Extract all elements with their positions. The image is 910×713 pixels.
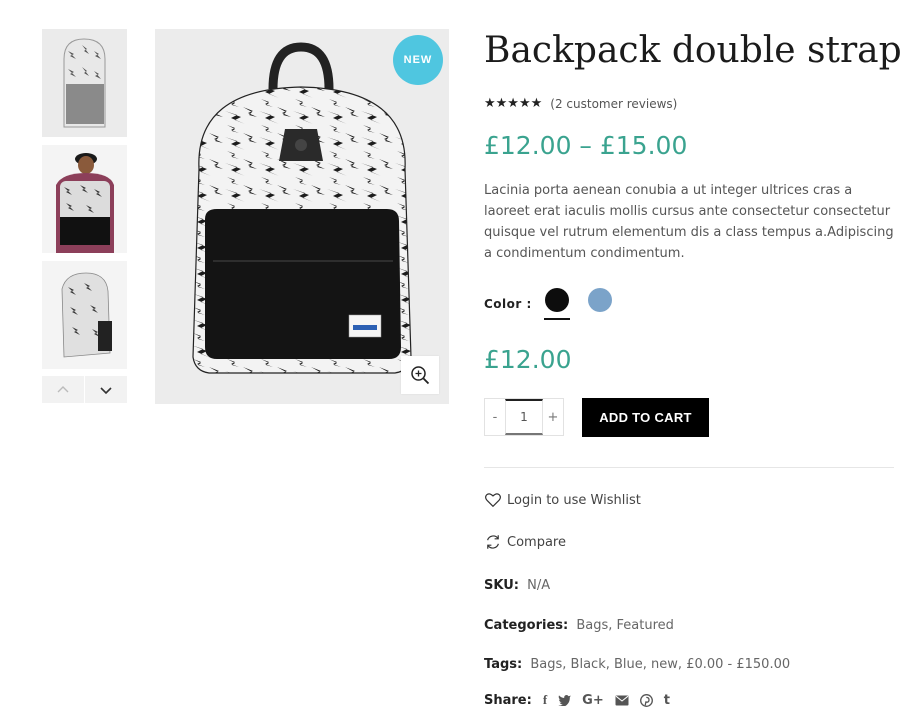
backpack-image xyxy=(155,29,449,404)
tumblr-icon[interactable]: t xyxy=(664,693,670,708)
tag-link[interactable]: Blue xyxy=(614,657,643,672)
heart-icon xyxy=(485,493,501,508)
color-selector: Color : xyxy=(484,288,630,320)
wishlist-label: Login to use Wishlist xyxy=(507,492,641,508)
sku-row: SKU: N/A xyxy=(484,578,550,593)
tag-link[interactable]: £0.00 - £150.00 xyxy=(686,657,790,672)
compare-link[interactable]: Compare xyxy=(484,533,566,551)
compare-icon xyxy=(487,535,499,549)
sku-label: SKU: xyxy=(484,578,519,593)
quantity-stepper: - + xyxy=(484,398,564,436)
divider xyxy=(484,467,894,468)
backpack-thumbnail-side-image xyxy=(42,261,127,369)
customer-reviews-link[interactable]: (2 customer reviews) xyxy=(550,97,677,111)
color-label: Color : xyxy=(484,297,532,311)
color-swatch-black[interactable] xyxy=(544,288,570,320)
twitter-icon[interactable] xyxy=(558,694,571,706)
thumbnail-3[interactable] xyxy=(42,261,127,369)
categories-label: Categories: xyxy=(484,618,569,633)
main-product-image[interactable]: NEW xyxy=(155,29,449,404)
sku-value: N/A xyxy=(527,578,551,593)
thumbnail-prev-button[interactable] xyxy=(42,376,84,403)
selected-variation-price: £12.00 xyxy=(484,345,572,374)
zoom-button[interactable] xyxy=(401,356,439,394)
zoom-in-icon xyxy=(411,366,430,385)
facebook-icon[interactable]: f xyxy=(543,692,547,708)
color-swatch-blue[interactable] xyxy=(587,288,613,320)
google-plus-icon[interactable]: G+ xyxy=(582,693,604,708)
add-to-cart-button[interactable]: ADD TO CART xyxy=(582,398,709,437)
wishlist-link[interactable]: Login to use Wishlist xyxy=(484,491,641,509)
tags-label: Tags: xyxy=(484,657,523,672)
product-title: Backpack double strap xyxy=(484,30,902,71)
swatch-dot xyxy=(588,288,612,312)
new-badge: NEW xyxy=(393,35,443,85)
quantity-increase-button[interactable]: + xyxy=(543,399,563,435)
tag-link[interactable]: Black xyxy=(571,657,606,672)
tags-row: Tags: Bags, Black, Blue, new, £0.00 - £1… xyxy=(484,657,791,672)
swatch-dot xyxy=(545,288,569,312)
categories-row: Categories: Bags, Featured xyxy=(484,618,674,633)
share-label: Share: xyxy=(484,692,532,708)
model-wearing-backpack-image xyxy=(42,145,127,253)
category-link[interactable]: Featured xyxy=(617,618,674,633)
share-row: Share: f G+ t xyxy=(484,692,670,708)
selected-indicator xyxy=(544,318,570,320)
chevron-down-icon xyxy=(100,386,112,394)
product-description: Lacinia porta aenean conubia a ut intege… xyxy=(484,183,894,261)
rating-stars-icon: ★★★★★ xyxy=(484,96,543,111)
email-icon[interactable] xyxy=(615,695,629,706)
quantity-input[interactable] xyxy=(505,399,543,435)
price-range: £12.00 – £15.00 xyxy=(484,131,688,160)
compare-label: Compare xyxy=(507,534,566,550)
backpack-thumbnail-front-image xyxy=(42,29,127,137)
product-rating: ★★★★★ (2 customer reviews) xyxy=(484,96,677,111)
thumbnail-1[interactable] xyxy=(42,29,127,137)
chevron-up-icon xyxy=(57,385,69,392)
tag-link[interactable]: new xyxy=(651,657,678,672)
category-link[interactable]: Bags xyxy=(576,618,608,633)
pinterest-icon[interactable] xyxy=(639,693,653,707)
thumbnail-next-button[interactable] xyxy=(85,376,127,403)
tag-link[interactable]: Bags xyxy=(530,657,562,672)
thumbnail-2[interactable] xyxy=(42,145,127,253)
quantity-decrease-button[interactable]: - xyxy=(485,399,505,435)
